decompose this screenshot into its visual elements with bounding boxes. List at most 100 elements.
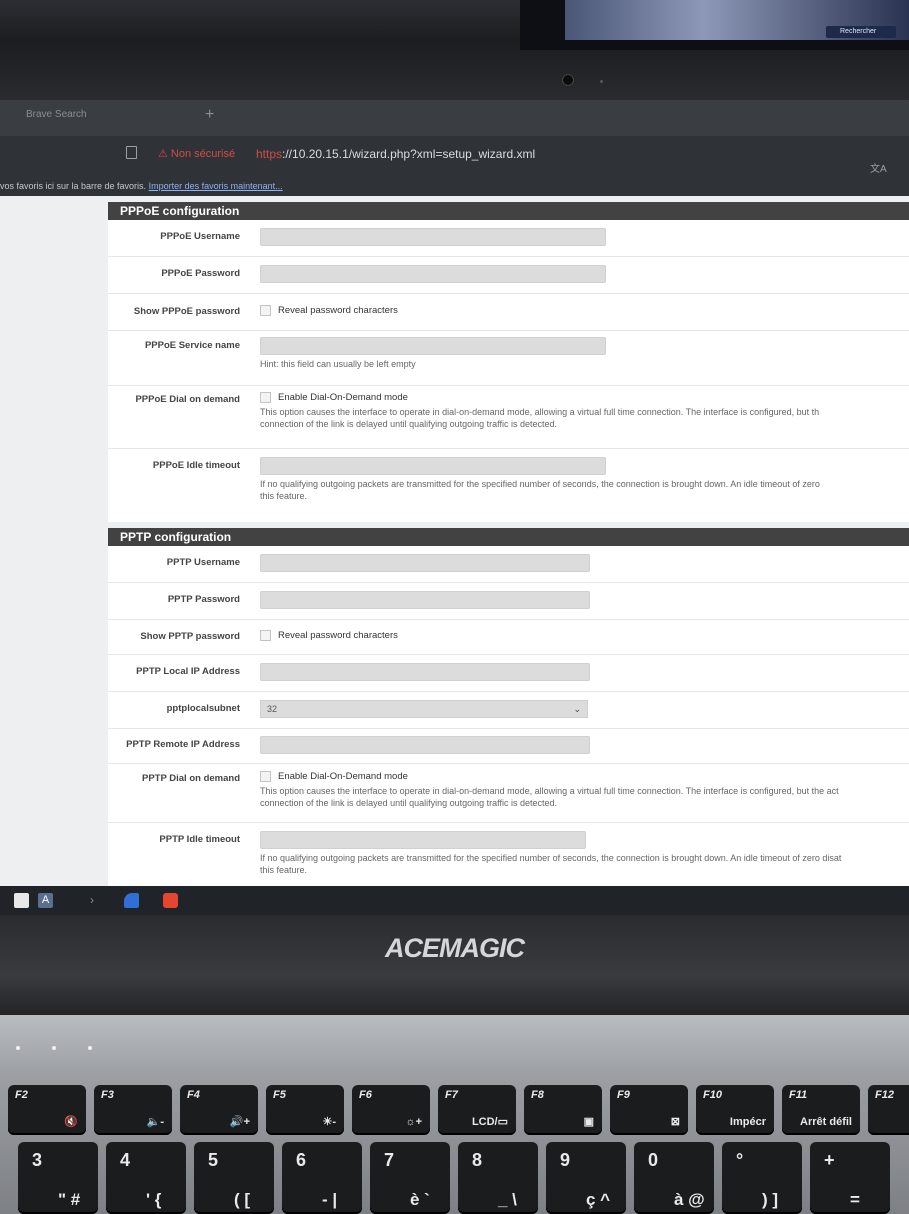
function-key[interactable]: F6 ☼+ [352,1085,430,1135]
translate-icon[interactable]: 文A [870,160,887,175]
pptp-remote-ip-input[interactable] [260,736,590,754]
key-label: F6 [359,1089,372,1101]
field-label: PPPoE Idle timeout [152,460,240,471]
number-key[interactable]: 9 ç ^ [546,1142,626,1214]
brave-icon[interactable] [163,893,178,908]
pptp-username-input[interactable] [260,554,590,572]
browser-tab[interactable]: Brave Search [26,109,87,120]
function-key[interactable]: F5 ☀- [266,1085,344,1135]
key-label: 8 [472,1150,483,1170]
status-led [88,1046,92,1050]
form-row: PPTP Remote IP Address [108,729,909,764]
function-key[interactable]: F10 Impécr [696,1085,774,1135]
function-key[interactable]: F7 LCD/▭ [438,1085,516,1135]
function-key[interactable]: F9 ⊠ [610,1085,688,1135]
pppoe-dial-on-demand-checkbox[interactable] [260,392,271,403]
number-key[interactable]: 7 è ` [370,1142,450,1214]
function-key[interactable]: F2 🔇 [8,1085,86,1135]
form-row: PPTP Password [108,583,909,620]
address-bar[interactable]: ⚠ Non sécurisé https://10.20.15.1/wizard… [0,136,909,176]
select-value: 32 [267,704,278,714]
new-tab-button[interactable]: + [205,106,214,124]
pppoe-service-name-input[interactable] [260,337,606,355]
key-glyph: ☀- [322,1116,336,1128]
number-key[interactable]: 0 à @ [634,1142,714,1214]
number-key[interactable]: 6 - | [282,1142,362,1214]
key-label: ° [736,1150,744,1170]
url-text[interactable]: https://10.20.15.1/wizard.php?xml=setup_… [256,147,535,161]
bookmark-icon[interactable] [126,146,137,159]
checkbox-label: Enable Dial-On-Demand mode [278,392,408,403]
pptp-panel: PPTP configuration PPTP Username PPTP Pa… [108,528,909,888]
pptp-local-subnet-select[interactable]: 32 ⌄ [260,700,588,718]
key-glyph: Impécr [729,1116,766,1128]
function-key[interactable]: F4 🔊+ [180,1085,258,1135]
key-glyph: ▣ [583,1116,594,1128]
checkbox-label: Reveal password characters [278,630,398,641]
key-label: F9 [617,1089,630,1101]
shark-icon[interactable] [124,893,139,908]
key-label: F8 [531,1089,544,1101]
number-key[interactable]: 5 ( [ [194,1142,274,1214]
text-editor-icon[interactable]: A [38,893,53,908]
pptp-local-ip-input[interactable] [260,663,590,681]
laptop-bottom-bezel [0,915,909,1015]
bookmarks-bar-text: vos favoris ici sur la barre de favoris. [0,181,147,191]
key-secondary-label: è ` [410,1190,430,1209]
form-row: PPPoE Idle timeout If no qualifying outg… [108,449,909,507]
laptop-screen: Brave Search + ⚠ Non sécurisé https://10… [0,100,909,915]
import-bookmarks-link[interactable]: Importer des favoris maintenant... [149,181,283,191]
key-glyph: Arrêt défil [800,1116,852,1128]
field-hint-line: this feature. [260,491,308,501]
key-glyph: ⊠ [670,1116,680,1128]
checkbox-label: Reveal password characters [278,305,398,316]
function-key[interactable]: F8 ▣ [524,1085,602,1135]
pppoe-idle-timeout-input[interactable] [260,457,606,475]
pppoe-username-input[interactable] [260,228,606,246]
pptp-idle-timeout-input[interactable] [260,831,586,849]
form-row: PPPoE Service name Hint: this field can … [108,331,909,386]
pppoe-reveal-password-checkbox[interactable] [260,305,271,316]
function-key[interactable]: F3 🔈- [94,1085,172,1135]
function-key[interactable]: F11 Arrêt défil [782,1085,860,1135]
field-label: PPPoE Dial on demand [135,394,240,405]
field-label: PPPoE Service name [144,340,240,351]
field-label: PPTP Idle timeout [159,834,240,845]
key-label: 6 [296,1150,307,1170]
status-led [16,1046,20,1050]
pptp-password-input[interactable] [260,591,590,609]
field-label: PPTP Username [166,557,240,568]
form-row: PPPoE Username [108,220,909,257]
not-secure-label: Non sécurisé [170,148,236,160]
pptp-reveal-password-checkbox[interactable] [260,630,271,641]
field-hint-line: this feature. [260,865,308,875]
form-row: pptplocalsubnet 32 ⌄ [108,692,909,729]
number-key[interactable]: 3 " # [18,1142,98,1214]
arrow-icon[interactable]: › [90,893,105,908]
number-key[interactable]: °) ] [722,1142,802,1214]
key-label: F4 [187,1089,200,1101]
not-secure-indicator[interactable]: ⚠ Non sécurisé [158,147,235,160]
key-label: + [824,1150,835,1170]
function-key[interactable]: F12Verr [868,1085,909,1135]
pppoe-password-input[interactable] [260,265,606,283]
file-icon[interactable] [14,893,29,908]
pppoe-panel: PPPoE configuration PPPoE Username PPPoE… [108,202,909,522]
key-secondary-label: à @ [674,1190,705,1209]
pptp-dial-on-demand-checkbox[interactable] [260,771,271,782]
field-hint-line: connection of the link is delayed until … [260,798,558,809]
checkbox-label: Enable Dial-On-Demand mode [278,771,408,782]
webcam-light [600,80,603,83]
background-search-box: Rechercher [826,26,896,38]
number-key[interactable]: 8 _ \ [458,1142,538,1214]
field-label: PPTP Remote IP Address [126,739,240,750]
taskbar: A › [0,886,909,915]
key-secondary-label: - | [322,1190,338,1209]
key-glyph: 🔊+ [229,1116,250,1128]
field-label: PPTP Password [167,594,240,605]
number-key[interactable]: + = [810,1142,890,1214]
number-key[interactable]: 4 ' { [106,1142,186,1214]
key-label: 7 [384,1150,395,1170]
field-hint-line: If no qualifying outgoing packets are tr… [260,853,842,863]
form-row: PPTP Dial on demand Enable Dial-On-Deman… [108,764,909,823]
